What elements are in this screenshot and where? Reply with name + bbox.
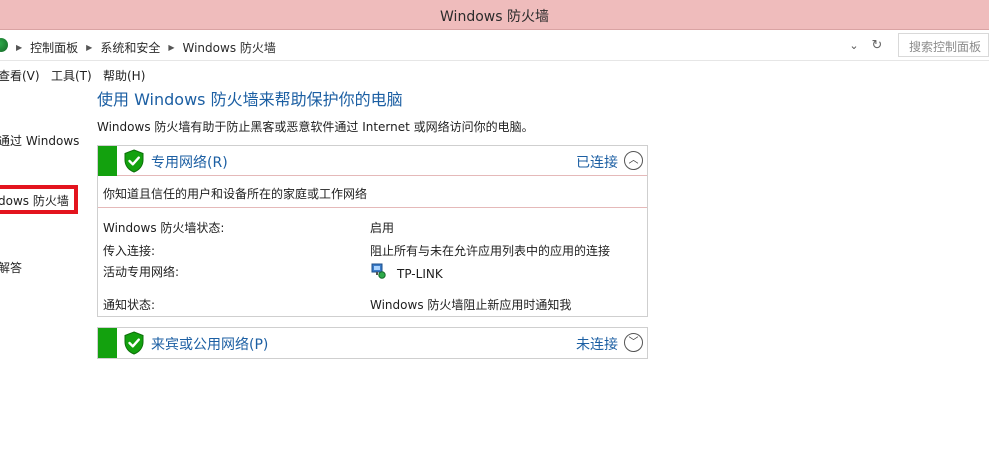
chevron-right-icon: ▶	[168, 43, 175, 52]
public-network-status: 未连接	[576, 337, 618, 353]
private-network-description: 你知道且信任的用户和设备所在的家庭或工作网络	[103, 187, 368, 201]
sidebar-item-troubleshoot[interactable]: 解答	[0, 259, 22, 276]
shield-check-icon	[124, 149, 144, 173]
chevron-down-icon[interactable]: ⌄	[846, 38, 862, 54]
private-network-details: Windows 防火墙状态: 启用 传入连接: 阻止所有与未在允许应用列表中的应…	[98, 208, 647, 316]
refresh-icon[interactable]: ↻	[866, 36, 888, 56]
public-network-panel: 来宾或公用网络(P) 未连接 ﹀	[97, 327, 648, 359]
highlight-annotation	[0, 185, 78, 214]
chevron-right-icon: ▶	[86, 43, 93, 52]
page-description: Windows 防火墙有助于防止黑客或恶意软件通过 Internet 或网络访问…	[97, 120, 534, 134]
window-title: Windows 防火墙	[440, 9, 549, 25]
row-value: 启用	[370, 221, 395, 235]
menu-tools[interactable]: 工具(T)	[51, 67, 92, 84]
sidebar-item-allow-app[interactable]: 通过 Windows	[0, 132, 79, 149]
page-title: 使用 Windows 防火墙来帮助保护你的电脑	[97, 90, 403, 109]
row-label: 通知状态:	[103, 298, 156, 312]
row-label: 活动专用网络:	[103, 265, 180, 279]
row-value: Windows 防火墙阻止新应用时通知我	[370, 298, 572, 312]
row-label: 传入连接:	[103, 244, 156, 258]
search-placeholder: 搜索控制面板	[909, 40, 982, 54]
row-label: Windows 防火墙状态:	[103, 221, 225, 235]
address-bar[interactable]: ▶ 控制面板 ▶ 系统和安全 ▶ Windows 防火墙 ⌄ ↻ 搜索控制面板	[0, 30, 989, 61]
menu-bar: 查看(V) 工具(T) 帮助(H)	[0, 61, 989, 85]
private-network-status: 已连接	[576, 155, 618, 171]
status-bar	[98, 328, 117, 358]
title-bar: Windows 防火墙	[0, 0, 989, 30]
menu-view[interactable]: 查看(V)	[0, 67, 40, 84]
private-network-header[interactable]: 专用网络(R) 已连接 ︿	[98, 146, 647, 176]
breadcrumb-firewall[interactable]: Windows 防火墙	[177, 39, 282, 56]
private-network-panel: 专用网络(R) 已连接 ︿ 你知道且信任的用户和设备所在的家庭或工作网络 Win…	[97, 145, 648, 317]
network-icon	[371, 263, 386, 279]
private-network-note: 你知道且信任的用户和设备所在的家庭或工作网络	[98, 176, 647, 208]
chevron-right-icon: ▶	[16, 43, 23, 52]
breadcrumb-control-panel[interactable]: 控制面板	[24, 39, 84, 56]
menu-help[interactable]: 帮助(H)	[103, 67, 145, 84]
chevron-down-icon[interactable]: ﹀	[624, 333, 643, 352]
public-network-header[interactable]: 来宾或公用网络(P) 未连接 ﹀	[98, 328, 647, 358]
row-value: 阻止所有与未在允许应用列表中的应用的连接	[370, 244, 611, 258]
breadcrumb-system-security[interactable]: 系统和安全	[94, 39, 166, 56]
private-network-title: 专用网络(R)	[151, 155, 228, 171]
control-panel-icon	[0, 38, 8, 52]
shield-check-icon	[124, 331, 144, 355]
chevron-up-icon[interactable]: ︿	[624, 151, 643, 170]
public-network-title: 来宾或公用网络(P)	[151, 337, 269, 353]
active-network-name: TP-LINK	[397, 267, 443, 281]
breadcrumb: ▶ 控制面板 ▶ 系统和安全 ▶ Windows 防火墙	[14, 39, 282, 56]
status-bar	[98, 146, 117, 176]
search-input[interactable]: 搜索控制面板	[898, 33, 989, 57]
